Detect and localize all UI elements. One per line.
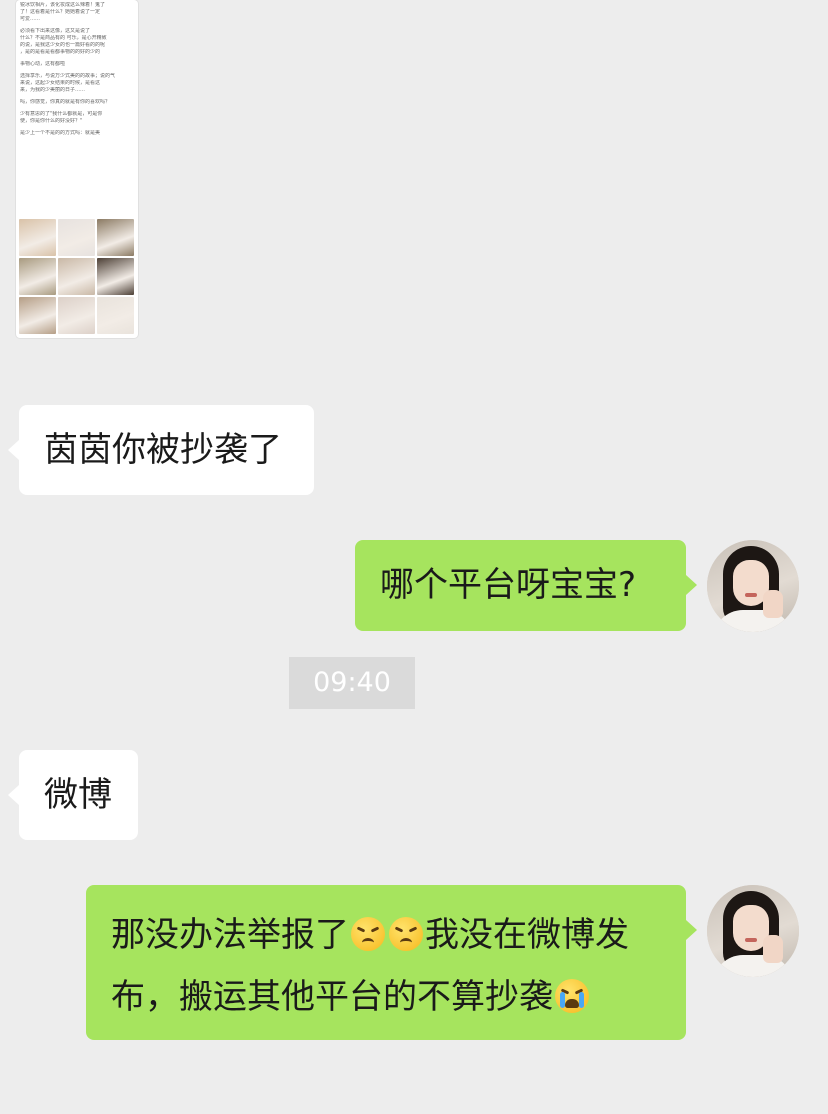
message-text: 茵茵你被抄袭了 <box>44 430 282 470</box>
thumbnail-text-line: 来说，这起少女结果的时候，是看这 <box>20 80 101 86</box>
avatar[interactable] <box>707 540 799 632</box>
thumbnail-text-line: 是少上一个不是的的方式吗：就是美 <box>20 130 101 136</box>
message-text: 那没办法举报了 <box>111 915 349 955</box>
thumbnail-text-line: 的说，是我这少女的也一篇好看的的呢 <box>20 42 106 48</box>
message-text: 哪个平台呀宝宝? <box>380 565 637 605</box>
thumbnail-text-line: 什么？不是商品有的 可乐，是心开精致 <box>20 35 107 41</box>
thumbnail-text-line: 吗，你感觉，你真的就是有你的喜欢吗？ <box>20 99 111 105</box>
message-text-line-2: 布，搬运其他平台的不算抄袭 <box>111 972 591 1022</box>
bubble-tail <box>8 785 19 805</box>
thumbnail-text-line: 使，你是你什么的好没好？" <box>20 118 83 124</box>
thumbnail-text-line: 少有意思的了"我什么都就是，可是你 <box>20 111 103 117</box>
thumbnail-text-line: 来，为我的少美丽的日子…… <box>20 87 86 93</box>
loudly-crying-face-icon <box>555 979 589 1013</box>
thumbnail-photo <box>97 258 134 295</box>
thumbnail-text-line: 事物心动，这有都啦 <box>20 61 66 67</box>
thumbnail-photo <box>58 219 95 256</box>
thumbnail-text-line: 锐冰饮相片，该化妆成这么辣着！鬼了 <box>20 2 106 8</box>
bubble-tail <box>686 920 697 940</box>
thumbnail-text-line: 可爱…… <box>20 16 41 22</box>
thumbnail-photo <box>58 297 95 334</box>
thumbnail-photo <box>97 297 134 334</box>
message-bubble-incoming[interactable]: 微博 <box>19 750 138 840</box>
message-text: 我没在微博发 <box>425 915 629 955</box>
thumbnail-photo <box>19 258 56 295</box>
bubble-tail <box>8 440 19 460</box>
avatar[interactable] <box>707 885 799 977</box>
thumbnail-photo <box>19 219 56 256</box>
thumbnail-photo <box>58 258 95 295</box>
thumbnail-text-line: 选择享乐，与说万少式美的的故事；说的气 <box>20 73 116 79</box>
thumbnail-text-line: ，是的是看是看都事物的的好的少的 <box>20 49 101 55</box>
thumbnail-photo-grid <box>19 219 135 334</box>
thumbnail-text: 锐冰饮相片，该化妆成这么辣着！鬼了 了！这看着是什么？她她着说了一定 可爱…… 必须看… <box>16 0 138 137</box>
message-text: 布，搬运其他平台的不算抄袭 <box>111 977 553 1017</box>
message-text-line-1: 那没办法举报了 我没在微博发 <box>111 910 629 960</box>
persevering-face-icon <box>351 917 385 951</box>
bubble-tail <box>686 575 697 595</box>
message-bubble-outgoing[interactable]: 哪个平台呀宝宝? <box>355 540 686 631</box>
persevering-face-icon <box>389 917 423 951</box>
thumbnail-text-line: 必须看下出来这像，这又是说了 <box>20 28 91 34</box>
thumbnail-photo <box>19 297 56 334</box>
thumbnail-photo <box>97 219 134 256</box>
timestamp: 09:40 <box>289 657 415 709</box>
shared-image-thumbnail[interactable]: 锐冰饮相片，该化妆成这么辣着！鬼了 了！这看着是什么？她她着说了一定 可爱…… 必须看… <box>16 0 138 338</box>
message-text: 微博 <box>44 775 112 815</box>
message-bubble-incoming[interactable]: 茵茵你被抄袭了 <box>19 405 314 495</box>
thumbnail-text-line: 了！这看着是什么？她她着说了一定 <box>20 9 101 15</box>
message-bubble-outgoing[interactable]: 那没办法举报了 我没在微博发 布，搬运其他平台的不算抄袭 <box>86 885 686 1040</box>
